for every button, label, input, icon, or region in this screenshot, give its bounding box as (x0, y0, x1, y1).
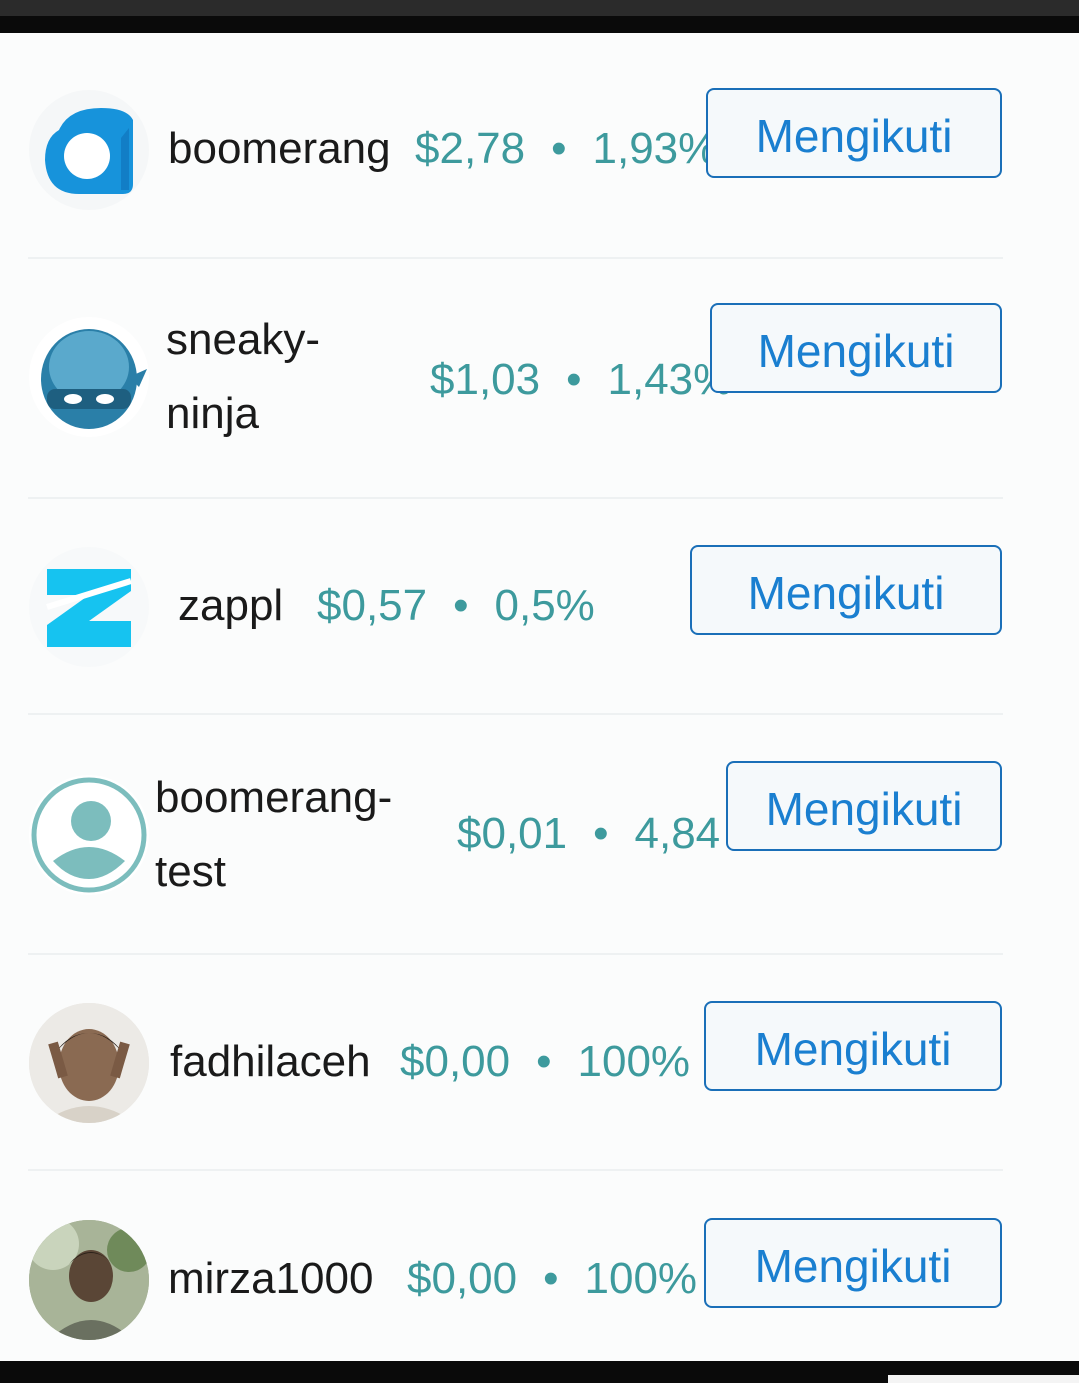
user-stats: $0,01 • 4,84 (457, 809, 721, 858)
user-photo-avatar[interactable] (29, 1220, 149, 1340)
divider (28, 497, 1003, 499)
username[interactable]: zappl (178, 569, 283, 643)
list-item: boomerang- test $0,01 • 4,84 Mengikuti (0, 761, 1079, 961)
username[interactable]: boomerang (168, 112, 391, 186)
follow-button[interactable]: Mengikuti (704, 1218, 1002, 1308)
list-item: fadhilaceh $0,00 • 100% Mengikuti (0, 1001, 1079, 1191)
follower-list: boomerang $2,78 • 1,93% Mengikuti sneaky- … (0, 33, 1079, 1361)
default-user-icon[interactable] (29, 775, 149, 895)
follow-button[interactable]: Mengikuti (704, 1001, 1002, 1091)
divider (28, 713, 1003, 715)
user-stats: $2,78 • 1,93% (415, 124, 718, 173)
navigation-bar (0, 1361, 1079, 1383)
divider (28, 1169, 1003, 1171)
percent: 100% (584, 1254, 698, 1303)
divider (28, 953, 1003, 955)
follow-button[interactable]: Mengikuti (726, 761, 1002, 851)
follow-button[interactable]: Mengikuti (710, 303, 1002, 393)
value: $0,00 (400, 1037, 511, 1086)
value: $0,57 (317, 581, 428, 630)
value: $2,78 (415, 124, 526, 173)
ninja-avatar[interactable] (29, 317, 149, 437)
percent: 1,93% (592, 124, 718, 173)
user-stats: $0,00 • 100% (400, 1037, 691, 1086)
follow-button[interactable]: Mengikuti (690, 545, 1002, 635)
username[interactable]: sneaky- ninja (166, 303, 320, 451)
value: $0,00 (407, 1254, 518, 1303)
percent: 100% (577, 1037, 691, 1086)
percent: 4,84 (634, 809, 721, 858)
list-item: sneaky- ninja $1,03 • 1,43% Mengikuti (0, 303, 1079, 503)
value: $1,03 (430, 355, 541, 404)
value: $0,01 (457, 809, 568, 858)
follow-button[interactable]: Mengikuti (706, 88, 1002, 178)
username[interactable]: boomerang- test (155, 761, 392, 909)
list-item: boomerang $2,78 • 1,93% Mengikuti (0, 88, 1079, 278)
status-bar (0, 0, 1079, 33)
user-stats: $0,00 • 100% (407, 1254, 698, 1303)
user-photo-avatar[interactable] (29, 1003, 149, 1123)
list-item: zappl $0,57 • 0,5% Mengikuti (0, 545, 1079, 735)
divider (28, 257, 1003, 259)
user-stats: $0,57 • 0,5% (317, 581, 595, 630)
user-stats: $1,03 • 1,43% (430, 355, 733, 404)
list-item: mirza1000 $0,00 • 100% Mengikuti (0, 1218, 1079, 1361)
username[interactable]: mirza1000 (168, 1242, 373, 1316)
username[interactable]: fadhilaceh (170, 1025, 371, 1099)
boomerang-logo-icon[interactable] (29, 90, 149, 210)
zappl-logo-icon[interactable] (29, 547, 149, 667)
percent: 0,5% (494, 581, 595, 630)
